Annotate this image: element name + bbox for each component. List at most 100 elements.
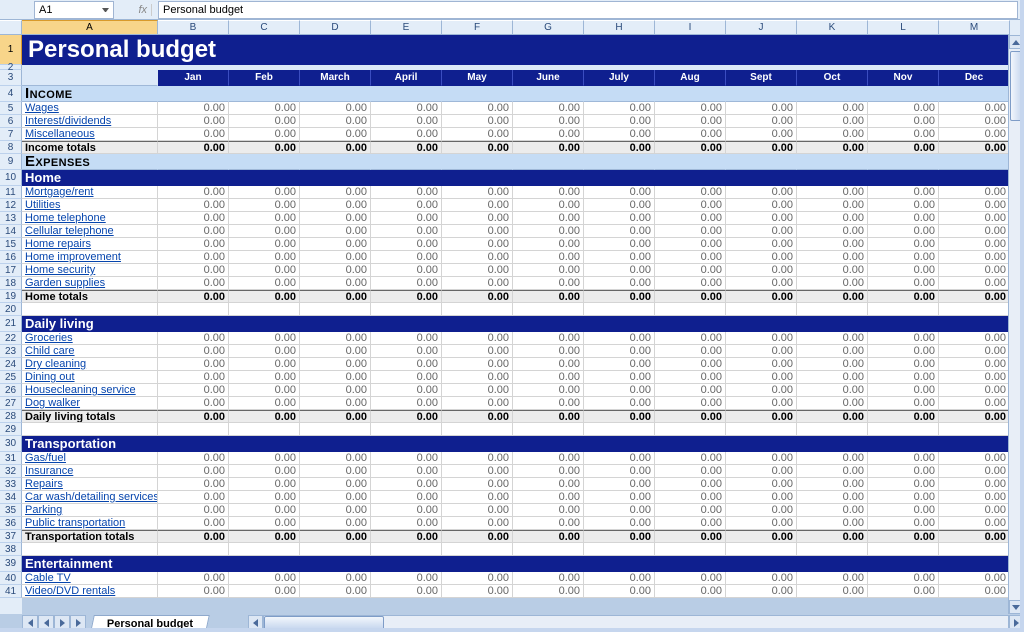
value-cell[interactable]: 0.00: [939, 225, 1008, 238]
value-cell[interactable]: 0.00: [939, 384, 1008, 397]
row-label[interactable]: Child care: [22, 345, 158, 358]
cell[interactable]: [300, 170, 371, 186]
value-cell[interactable]: 0.00: [655, 358, 726, 371]
cell[interactable]: [939, 170, 1008, 186]
value-cell[interactable]: 0.00: [158, 238, 229, 251]
value-cell[interactable]: 0.00: [655, 478, 726, 491]
totals-value[interactable]: 0.00: [868, 141, 939, 154]
cell[interactable]: [442, 170, 513, 186]
totals-value[interactable]: 0.00: [300, 410, 371, 423]
value-cell[interactable]: 0.00: [655, 115, 726, 128]
cell[interactable]: [939, 154, 1008, 170]
value-cell[interactable]: 0.00: [513, 186, 584, 199]
value-cell[interactable]: 0.00: [371, 128, 442, 141]
row-header[interactable]: 19: [0, 290, 22, 303]
section-heading[interactable]: Transportation: [22, 436, 158, 452]
value-cell[interactable]: 0.00: [158, 517, 229, 530]
row-label[interactable]: Gas/fuel: [22, 452, 158, 465]
totals-value[interactable]: 0.00: [584, 530, 655, 543]
cell[interactable]: [229, 35, 300, 65]
value-cell[interactable]: 0.00: [371, 251, 442, 264]
value-cell[interactable]: 0.00: [584, 478, 655, 491]
value-cell[interactable]: 0.00: [726, 102, 797, 115]
cell[interactable]: [726, 436, 797, 452]
select-all-cell[interactable]: [0, 20, 22, 35]
value-cell[interactable]: 0.00: [655, 397, 726, 410]
cell[interactable]: [371, 154, 442, 170]
value-cell[interactable]: 0.00: [371, 277, 442, 290]
row-header[interactable]: 38: [0, 543, 22, 556]
value-cell[interactable]: 0.00: [797, 491, 868, 504]
cell[interactable]: [797, 170, 868, 186]
value-cell[interactable]: 0.00: [371, 585, 442, 598]
column-header[interactable]: C: [229, 20, 300, 35]
value-cell[interactable]: 0.00: [158, 504, 229, 517]
value-cell[interactable]: 0.00: [229, 585, 300, 598]
value-cell[interactable]: 0.00: [655, 452, 726, 465]
row-label[interactable]: Dining out: [22, 371, 158, 384]
value-cell[interactable]: 0.00: [868, 585, 939, 598]
totals-value[interactable]: 0.00: [229, 290, 300, 303]
value-cell[interactable]: 0.00: [584, 397, 655, 410]
row-header[interactable]: 27: [0, 397, 22, 410]
totals-value[interactable]: 0.00: [158, 410, 229, 423]
cell[interactable]: [513, 35, 584, 65]
value-cell[interactable]: 0.00: [797, 238, 868, 251]
value-cell[interactable]: 0.00: [513, 478, 584, 491]
value-cell[interactable]: 0.00: [300, 517, 371, 530]
cell[interactable]: [300, 154, 371, 170]
row-label[interactable]: Miscellaneous: [22, 128, 158, 141]
column-header[interactable]: B: [158, 20, 229, 35]
month-header[interactable]: Sept: [726, 70, 797, 86]
row-header[interactable]: 10: [0, 170, 22, 186]
cell[interactable]: [868, 316, 939, 332]
value-cell[interactable]: 0.00: [371, 504, 442, 517]
value-cell[interactable]: 0.00: [371, 452, 442, 465]
value-cell[interactable]: 0.00: [726, 397, 797, 410]
row-label[interactable]: Home improvement: [22, 251, 158, 264]
value-cell[interactable]: 0.00: [584, 332, 655, 345]
month-header[interactable]: Aug: [655, 70, 726, 86]
value-cell[interactable]: 0.00: [797, 251, 868, 264]
value-cell[interactable]: 0.00: [442, 115, 513, 128]
value-cell[interactable]: 0.00: [584, 371, 655, 384]
value-cell[interactable]: 0.00: [726, 585, 797, 598]
value-cell[interactable]: 0.00: [229, 238, 300, 251]
value-cell[interactable]: 0.00: [797, 465, 868, 478]
totals-value[interactable]: 0.00: [584, 410, 655, 423]
value-cell[interactable]: 0.00: [655, 128, 726, 141]
value-cell[interactable]: 0.00: [939, 585, 1008, 598]
row-label[interactable]: Home telephone: [22, 212, 158, 225]
cell[interactable]: [229, 556, 300, 572]
column-header[interactable]: M: [939, 20, 1010, 35]
value-cell[interactable]: 0.00: [371, 238, 442, 251]
value-cell[interactable]: 0.00: [939, 345, 1008, 358]
row-label[interactable]: Wages: [22, 102, 158, 115]
value-cell[interactable]: 0.00: [229, 478, 300, 491]
value-cell[interactable]: 0.00: [513, 332, 584, 345]
value-cell[interactable]: 0.00: [229, 397, 300, 410]
cell[interactable]: [229, 86, 300, 102]
cell[interactable]: [158, 86, 229, 102]
totals-value[interactable]: 0.00: [513, 290, 584, 303]
cell[interactable]: [939, 86, 1008, 102]
cell[interactable]: [797, 86, 868, 102]
totals-value[interactable]: 0.00: [726, 141, 797, 154]
totals-value[interactable]: 0.00: [584, 290, 655, 303]
value-cell[interactable]: 0.00: [726, 212, 797, 225]
row-header[interactable]: 6: [0, 115, 22, 128]
totals-value[interactable]: 0.00: [229, 141, 300, 154]
totals-value[interactable]: 0.00: [939, 410, 1008, 423]
row-header[interactable]: 31: [0, 452, 22, 465]
value-cell[interactable]: 0.00: [371, 332, 442, 345]
row-label[interactable]: Housecleaning service: [22, 384, 158, 397]
row-label[interactable]: Garden supplies: [22, 277, 158, 290]
value-cell[interactable]: 0.00: [655, 238, 726, 251]
cell[interactable]: [584, 556, 655, 572]
value-cell[interactable]: 0.00: [513, 358, 584, 371]
value-cell[interactable]: 0.00: [300, 102, 371, 115]
cell[interactable]: [158, 316, 229, 332]
cell[interactable]: [371, 556, 442, 572]
cell[interactable]: [158, 303, 229, 316]
value-cell[interactable]: 0.00: [513, 585, 584, 598]
